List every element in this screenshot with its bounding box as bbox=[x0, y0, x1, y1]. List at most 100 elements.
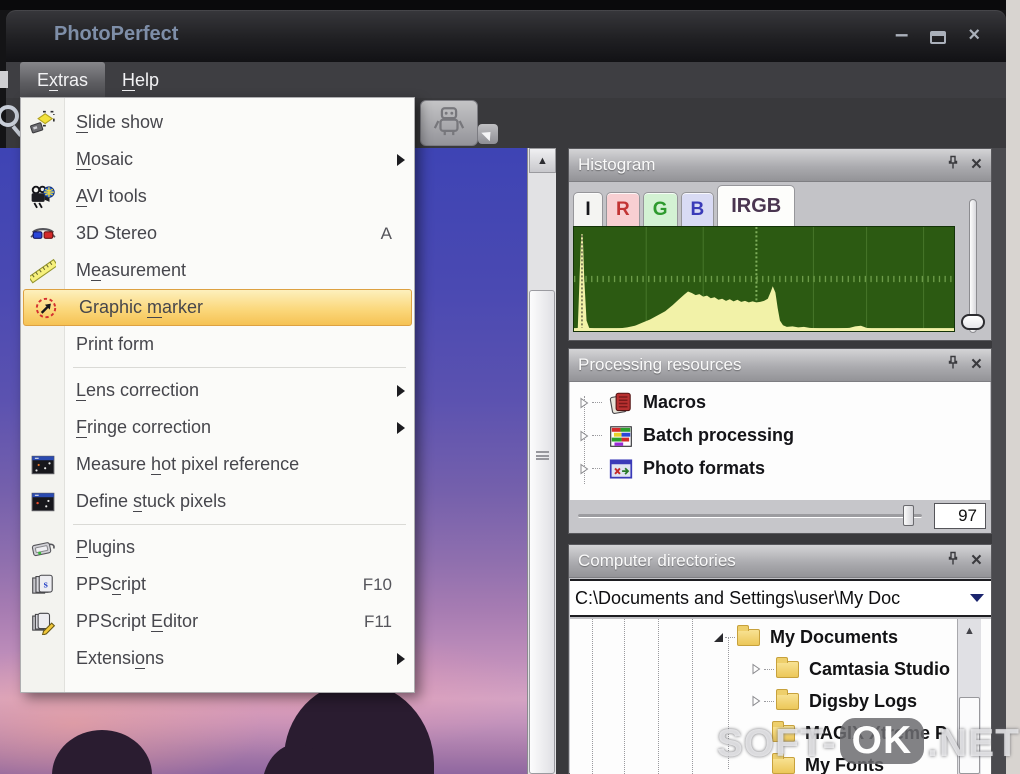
menu-item-ppscript-editor[interactable]: PPScript Editor F11 bbox=[21, 603, 414, 640]
processing-slider-row: 97 bbox=[570, 500, 990, 532]
watermark-prefix: SOFT- bbox=[716, 722, 837, 765]
tree-connector bbox=[764, 700, 774, 702]
menubar-item-help[interactable]: Help bbox=[105, 62, 176, 98]
resource-item-photo-formats[interactable]: Photo formats bbox=[570, 452, 990, 485]
menu-item-ppscript[interactable]: s PPScript F10 bbox=[21, 566, 414, 603]
pin-icon[interactable] bbox=[947, 155, 959, 175]
scrollbar-thumb[interactable] bbox=[529, 290, 555, 774]
histogram-tab-r[interactable]: R bbox=[606, 192, 640, 226]
robot-tool-button[interactable] bbox=[420, 100, 478, 146]
toolbar-dropdown-button[interactable] bbox=[478, 124, 498, 144]
folder-label: My Documents bbox=[770, 626, 899, 647]
pin-icon[interactable] bbox=[947, 355, 959, 375]
macros-icon bbox=[608, 390, 634, 416]
expand-arrow-icon[interactable] bbox=[578, 430, 590, 442]
expand-arrow-icon[interactable] bbox=[750, 663, 762, 675]
tree-guide-line bbox=[692, 619, 693, 774]
histogram-tab-i[interactable]: I bbox=[573, 192, 603, 226]
chevron-down-icon[interactable] bbox=[963, 594, 991, 602]
scrollbar-grip bbox=[536, 451, 549, 460]
folder-icon bbox=[776, 656, 799, 678]
tree-connector bbox=[592, 402, 602, 403]
label: 3D Stereo bbox=[76, 223, 158, 243]
directory-path-combobox[interactable]: C:\Documents and Settings\user\My Doc bbox=[570, 579, 991, 617]
panel-title: Histogram bbox=[578, 155, 656, 174]
resource-label: Photo formats bbox=[643, 458, 766, 478]
histogram-chart bbox=[573, 226, 955, 332]
expand-arrow-icon[interactable] bbox=[578, 463, 590, 475]
slider-handle[interactable] bbox=[903, 505, 914, 526]
label: PPScript bbox=[76, 574, 147, 595]
expand-arrow-icon[interactable] bbox=[750, 695, 762, 707]
menu-item-3d-stereo[interactable]: 3D Stereo A bbox=[21, 215, 414, 252]
menu-item-extensions[interactable]: Extensions bbox=[21, 640, 414, 677]
menu-item-graphic-marker[interactable]: Graphic marker bbox=[23, 289, 412, 326]
close-icon[interactable]: × bbox=[968, 24, 980, 46]
tree-connector bbox=[592, 468, 602, 469]
histogram-panel-header: Histogram × bbox=[569, 149, 991, 182]
folder-icon bbox=[737, 624, 760, 646]
label: Extras bbox=[37, 69, 89, 91]
label: Extensions bbox=[76, 648, 165, 669]
label: Print form bbox=[76, 334, 155, 354]
submenu-arrow-icon bbox=[397, 384, 405, 397]
histogram-tab-irgb[interactable]: IRGB bbox=[717, 185, 796, 226]
label: Fringe correction bbox=[76, 417, 212, 438]
screen-top-strip bbox=[0, 0, 1006, 10]
graphic-marker-icon bbox=[33, 295, 59, 321]
resource-label: Batch processing bbox=[643, 425, 795, 445]
histogram-slider-handle[interactable] bbox=[961, 314, 985, 330]
label: Graphic marker bbox=[79, 297, 204, 318]
tree-item-my-documents[interactable]: My Documents bbox=[714, 621, 991, 653]
slider-track[interactable] bbox=[578, 514, 922, 518]
minimize-icon[interactable]: – bbox=[895, 23, 908, 47]
menu-item-define-stuck-pixels[interactable]: Define stuck pixels bbox=[21, 483, 414, 520]
menu-item-mosaic[interactable]: Mosaic bbox=[21, 141, 414, 178]
scroll-up-icon[interactable]: ▲ bbox=[958, 625, 981, 637]
menubar-item-extras[interactable]: Extras bbox=[20, 62, 106, 98]
processing-resources-list: Macros Batch processing Photo formats bbox=[570, 382, 990, 501]
slider-value-box: 97 bbox=[934, 503, 986, 529]
menu-item-slide-show[interactable]: Slide show bbox=[21, 104, 414, 141]
resource-item-batch-processing[interactable]: Batch processing bbox=[570, 419, 990, 452]
expanded-arrow-icon[interactable] bbox=[714, 632, 723, 642]
menu-separator bbox=[73, 367, 406, 368]
menu-item-print-form[interactable]: Print form bbox=[21, 326, 414, 363]
tree-guide-line bbox=[624, 619, 625, 774]
close-icon[interactable]: × bbox=[971, 551, 982, 570]
extras-dropdown-menu: Slide show Mosaic AVI tools 3D Stereo A Measu… bbox=[20, 97, 415, 693]
close-icon[interactable]: × bbox=[971, 155, 982, 174]
batch-processing-icon bbox=[608, 423, 634, 449]
resource-label: Macros bbox=[643, 392, 707, 412]
histogram-tab-b[interactable]: B bbox=[680, 192, 715, 226]
menu-item-avi-tools[interactable]: AVI tools bbox=[21, 178, 414, 215]
folder-label: Camtasia Studio bbox=[809, 658, 951, 679]
tree-item-camtasia-studio[interactable]: Camtasia Studio bbox=[750, 653, 991, 685]
close-icon[interactable]: × bbox=[971, 355, 982, 374]
histogram-slider-track[interactable] bbox=[969, 199, 977, 333]
resource-item-macros[interactable]: Macros bbox=[570, 386, 990, 419]
menu-item-plugins[interactable]: Plugins bbox=[21, 529, 414, 566]
maximize-icon[interactable] bbox=[930, 31, 947, 44]
label: Slide show bbox=[76, 112, 164, 133]
no-icon bbox=[30, 378, 56, 404]
menu-item-measurement[interactable]: Measurement bbox=[21, 252, 414, 289]
expand-arrow-icon[interactable] bbox=[578, 397, 590, 409]
tree-connector bbox=[764, 668, 774, 670]
histogram-tab-g[interactable]: G bbox=[642, 192, 678, 226]
scroll-up-button[interactable]: ▲ bbox=[529, 148, 556, 173]
folder-icon bbox=[776, 688, 799, 710]
panel-title: Processing resources bbox=[578, 355, 742, 374]
pin-icon[interactable] bbox=[947, 551, 959, 571]
menu-bar: Extras Help bbox=[0, 62, 1006, 98]
histogram-channel-tabs: I R G B IRGB bbox=[569, 182, 991, 226]
menu-item-lens-correction[interactable]: Lens correction bbox=[21, 372, 414, 409]
tree-item-digsby-logs[interactable]: Digsby Logs bbox=[750, 685, 991, 717]
canvas-vertical-scrollbar[interactable]: ▲ bbox=[527, 148, 556, 774]
menu-item-fringe-correction[interactable]: Fringe correction bbox=[21, 409, 414, 446]
photo-formats-icon bbox=[608, 456, 634, 482]
menu-accelerator: F11 bbox=[363, 611, 392, 631]
panel-splitter[interactable] bbox=[556, 148, 568, 774]
menu-item-measure-hot-pixel-reference[interactable]: Measure hot pixel reference bbox=[21, 446, 414, 483]
tree-connector bbox=[725, 636, 735, 638]
